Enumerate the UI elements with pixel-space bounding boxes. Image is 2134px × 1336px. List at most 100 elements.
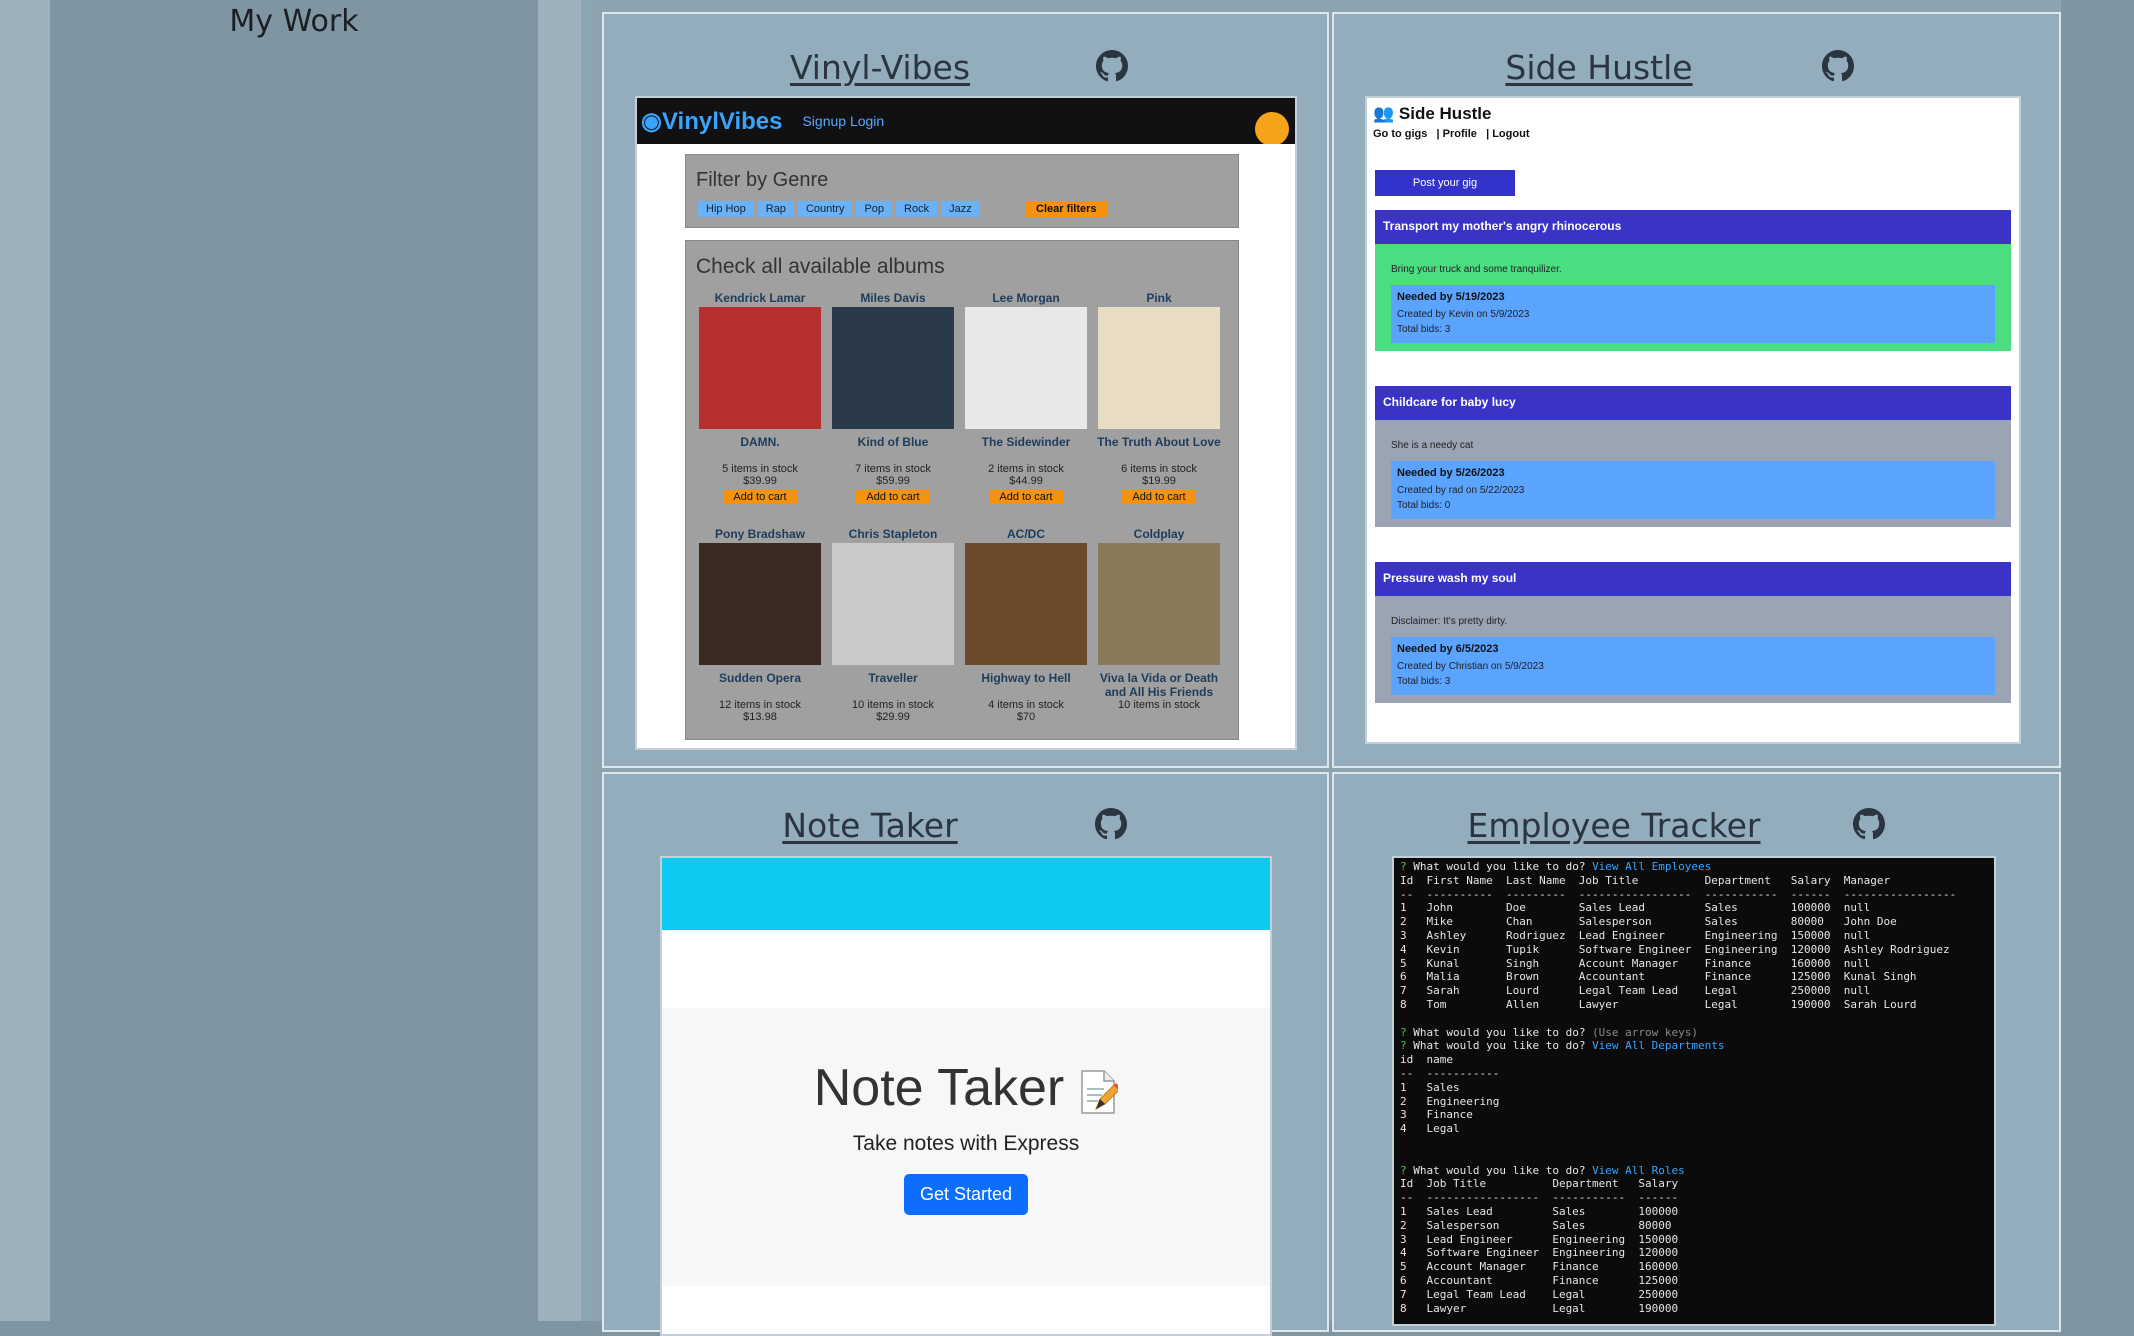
project-title-link[interactable]: Side Hustle [1505,48,1692,87]
gig-card: Transport my mother's angry rhinocerous B… [1375,210,2011,351]
prompt-mark: ? [1400,1025,1414,1039]
output-text: 3 Finance [1400,1108,1473,1122]
terminal-line: 4 Software Engineer Engineering 120000 [1400,1246,1988,1260]
hustle-title: Side Hustle [1398,104,1492,123]
post-gig-button: Post your gig [1375,170,1515,196]
album-price: $59.99 [876,475,910,487]
project-card-vinyl-vibes: Vinyl-Vibes ◉VinylVibes Signup Login Fil… [602,12,1329,768]
terminal-line: ? What would you like to do? View All Em… [1400,860,1988,874]
sidebar-title: My Work [229,4,359,39]
genre-chip: Country [797,201,853,217]
terminal-line: 6 Malia Brown Accountant Finance 125000 … [1400,970,1988,984]
prompt-question: What would you like to do? [1413,1039,1593,1053]
prompt-mark: ? [1400,860,1414,873]
album-card: Coldplay Viva la Vida or Death and All Hi… [1095,527,1223,711]
album-artist: Chris Stapleton [848,527,938,541]
hustle-nav: Go to gigs | Profile | Logout [1373,128,1530,140]
album-stock: 10 items in stock [852,699,934,711]
terminal-line: Id Job Title Department Salary [1400,1177,1988,1191]
vinyl-logo: ◉VinylVibes [641,107,783,135]
clear-filters: Clear filters [1026,201,1107,217]
project-screenshot[interactable]: 👥 Side Hustle Go to gigs | Profile | Log… [1365,96,2021,744]
gig-created: Created by rad on 5/22/2023 [1397,485,1525,496]
album-cover [832,307,954,429]
genre-chips: Hip Hop Rap Country Pop Rock Jazz [698,201,980,217]
github-icon[interactable] [1853,808,1885,840]
album-stock: 7 items in stock [855,463,931,475]
album-name: DAMN. [740,435,780,449]
album-card: Kendrick Lamar DAMN. 5 items in stock $39.9… [696,291,824,505]
output-text: id name [1400,1053,1453,1067]
hustle-header: 👥 Side Hustle Go to gigs | Profile | Log… [1367,98,2019,156]
output-text: 1 Sales Lead Sales 100000 [1400,1204,1679,1218]
users-icon: 👥 [1373,104,1395,123]
album-price: $13.98 [743,711,777,723]
album-price: $39.99 [743,475,777,487]
terminal-line: 8 Lawyer Legal 190000 [1400,1302,1988,1316]
album-artist: Coldplay [1133,527,1185,541]
output-text: 2 Salesperson Sales 80000 [1400,1218,1672,1232]
album-name: Viva la Vida or Death and All His Friend… [1099,671,1219,699]
projects-grid: Vinyl-Vibes ◉VinylVibes Signup Login Fil… [591,0,2061,1336]
cart-icon [1255,112,1289,146]
gig-title: Transport my mother's angry rhinocerous [1375,210,2011,244]
output-text: 7 Sarah Lourd Legal Team Lead Legal 2500… [1400,984,1871,998]
add-to-cart-button: Add to cart [723,490,797,504]
output-text: 6 Malia Brown Accountant Finance 125000 … [1400,970,1917,984]
prompt-question: What would you like to do? [1413,860,1593,873]
genre-chip: Rap [757,201,794,217]
album-stock: 10 items in stock [1118,699,1200,711]
project-card-note-taker: Note Taker Note Taker Take notes with Ex… [602,772,1329,1336]
project-title-link[interactable]: Note Taker [782,806,957,845]
terminal-line: 5 Kunal Singh Account Manager Finance 16… [1400,957,1988,971]
project-screenshot[interactable]: Note Taker Take notes with Express Get S… [660,856,1272,1336]
album-artist: Pony Bradshaw [714,527,806,541]
album-card: Miles Davis Kind of Blue 7 items in stock $… [829,291,957,505]
album-cover [832,543,954,665]
terminal-line: 3 Lead Engineer Engineering 150000 [1400,1233,1988,1247]
vinyl-header: ◉VinylVibes Signup Login [637,98,1295,146]
album-stock: 6 items in stock [1121,463,1197,475]
terminal-line: -- ---------- --------- ----------------… [1400,888,1988,902]
github-icon[interactable] [1096,50,1128,82]
terminal-line: 1 John Doe Sales Lead Sales 100000 null [1400,901,1988,915]
album-cover [699,307,821,429]
sidebar: My Work [0,0,581,1321]
gig-needed: Needed by 5/19/2023 [1397,291,1505,303]
album-card: Pink The Truth About Love 6 items in stock… [1095,291,1223,505]
gig-title: Childcare for baby lucy [1375,386,2011,420]
album-artist: Pink [1146,291,1172,305]
album-price: $44.99 [1009,475,1043,487]
output-text: 1 Sales [1400,1080,1460,1094]
genre-chip: Rock [896,201,938,217]
album-cover [965,543,1087,665]
album-card: Chris Stapleton Traveller 10 items in stoc… [829,527,957,723]
album-name: Sudden Opera [718,671,801,685]
gig-details: Needed by 5/19/2023 Created by Kevin on 5… [1391,285,1995,343]
album-cover [1098,307,1220,429]
github-icon[interactable] [1822,50,1854,82]
gig-needed: Needed by 6/5/2023 [1397,643,1499,655]
album-stock: 5 items in stock [722,463,798,475]
github-icon[interactable] [1095,808,1127,840]
album-card: Lee Morgan The Sidewinder 2 items in stock… [962,291,1090,505]
output-text: -- ---------- --------- ----------------… [1400,887,1957,901]
gig-needed: Needed by 5/26/2023 [1397,467,1505,479]
project-title-link[interactable]: Employee Tracker [1468,806,1761,845]
gig-title: Pressure wash my soul [1375,562,2011,596]
output-text: -- ----------------- ----------- ------ [1400,1191,1679,1205]
terminal-output: ? What would you like to do? View All Em… [1394,858,1994,1324]
album-price: $29.99 [876,711,910,723]
project-screenshot[interactable]: ? What would you like to do? View All Em… [1392,856,1996,1326]
project-screenshot[interactable]: ◉VinylVibes Signup Login Filter by Genre… [635,96,1297,750]
output-text: 3 Lead Engineer Engineering 150000 [1400,1232,1679,1246]
add-to-cart-button: Add to cart [856,490,930,504]
filter-panel: Filter by Genre Hip Hop Rap Country Pop … [685,154,1239,228]
get-started-button: Get Started [903,1174,1029,1215]
terminal-line: 3 Finance [1400,1108,1988,1122]
memo-icon [1078,1068,1122,1115]
albums-title: Check all available albums [696,255,945,278]
project-title-link[interactable]: Vinyl-Vibes [790,48,970,87]
add-to-cart-button: Add to cart [1122,490,1196,504]
